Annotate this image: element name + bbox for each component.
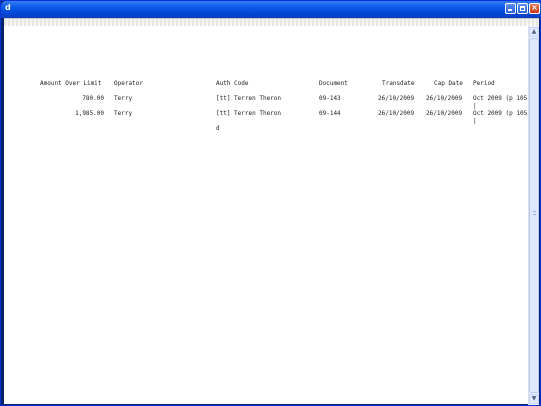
scroll-up-button[interactable]: ▲: [529, 27, 539, 37]
cell-auth-code: [tt] Terren Theron: [216, 95, 282, 102]
close-button[interactable]: ×: [529, 3, 540, 14]
col-header-operator: Operator: [114, 80, 143, 87]
cell-auth-code-wrap: d: [216, 125, 220, 132]
col-header-document: Document: [319, 80, 348, 87]
cell-cap-date: 26/10/2009: [426, 110, 463, 117]
cell-amount-over-limit: 780.00: [82, 95, 104, 102]
title-bar[interactable]: d ×: [1, 1, 541, 18]
scrollbar-thumb[interactable]: [529, 38, 539, 393]
report-viewport: Amount Over Limit Operator Auth Code Doc…: [4, 18, 539, 405]
arrow-up-icon: ▲: [531, 28, 537, 35]
cell-operator: Terry: [114, 95, 133, 102]
cell-document: 09-144: [319, 110, 341, 117]
minimize-icon: [508, 9, 512, 11]
toolbar-strip: [4, 19, 539, 26]
col-header-transdate: Transdate: [382, 80, 415, 87]
cell-transdate: 26/10/2009: [378, 110, 415, 117]
col-header-auth-code: Auth Code: [216, 80, 249, 87]
cell-period: Oct 2009 (p 105: [473, 110, 528, 117]
maximize-button[interactable]: [517, 3, 528, 14]
cell-transdate: 26/10/2009: [378, 95, 415, 102]
arrow-down-icon: ▼: [531, 395, 537, 402]
cell-period: Oct 2009 (p 105: [473, 95, 528, 102]
minimize-button[interactable]: [505, 3, 516, 14]
col-header-period: Period: [473, 80, 495, 87]
window-title: d: [5, 3, 11, 12]
vertical-scrollbar[interactable]: ▲ ▼: [528, 26, 539, 405]
scroll-down-button[interactable]: ▼: [529, 394, 539, 404]
cell-auth-code: [tt] Terren Theron: [216, 110, 282, 117]
cell-period-wrap: |: [473, 118, 477, 125]
col-header-cap-date: Cap Date: [434, 80, 463, 87]
app-window: d × Amount Over Limit Operator Auth Code…: [0, 0, 541, 406]
col-header-amount-over-limit: Amount Over Limit: [40, 80, 102, 87]
cell-amount-over-limit: 1,985.00: [75, 110, 104, 117]
grip-icon: [533, 211, 536, 215]
close-icon: ×: [531, 3, 538, 12]
cell-document: 09-143: [319, 95, 341, 102]
cell-cap-date: 26/10/2009: [426, 95, 463, 102]
cell-operator: Terry: [114, 110, 133, 117]
maximize-icon: [520, 6, 525, 11]
